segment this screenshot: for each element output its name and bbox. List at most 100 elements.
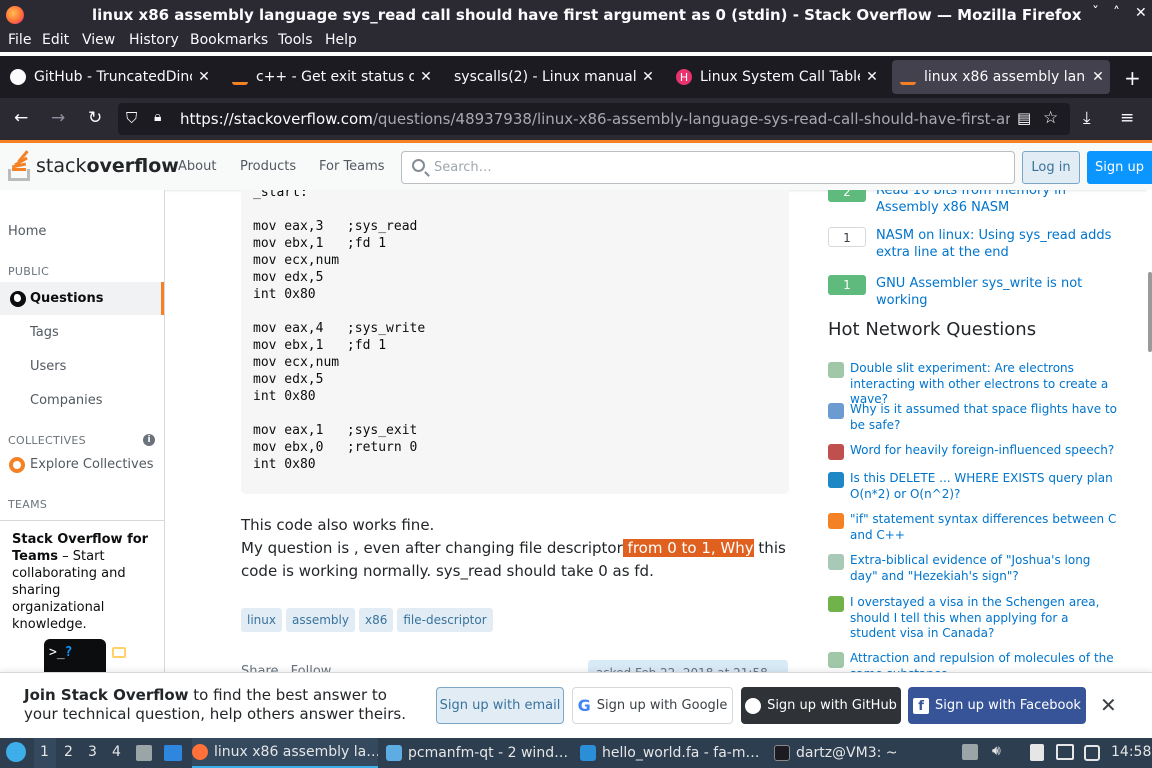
hot-question-item[interactable]: "if" statement syntax differences betwee… (828, 512, 1118, 543)
tag-linux[interactable]: linux (241, 608, 282, 632)
tray-icon[interactable] (1084, 745, 1100, 761)
network-icon[interactable] (1056, 744, 1074, 760)
signup-email-button[interactable]: Sign up with email (436, 687, 564, 724)
hot-question-item[interactable]: Double slit experiment: Are electrons in… (828, 361, 1118, 408)
info-icon[interactable]: i (143, 434, 155, 446)
menu-file[interactable]: File (8, 32, 31, 48)
sidebar-item-questions[interactable]: Questions (30, 291, 103, 306)
follow-link[interactable]: Follow (291, 664, 332, 672)
menu-view[interactable]: View (82, 32, 115, 48)
clipboard-icon[interactable] (1030, 744, 1044, 761)
hot-question-item[interactable]: Is this DELETE ... WHERE EXISTS query pl… (828, 471, 1118, 502)
terminal-icon (774, 745, 790, 761)
lock-icon[interactable]: 🔒︎ (154, 109, 161, 125)
close-window-button[interactable]: ✕ (1135, 5, 1147, 21)
sidebar-item-tags[interactable]: Tags (30, 325, 59, 340)
workspace-1[interactable]: 1 (40, 744, 49, 760)
hot-question-link[interactable]: I overstayed a visa in the Schengen area… (850, 595, 1118, 642)
answer-count-badge: 1 (828, 227, 866, 247)
menu-tools[interactable]: Tools (278, 32, 313, 48)
shield-icon[interactable]: ⛉ (126, 109, 137, 127)
workspace-4[interactable]: 4 (112, 744, 121, 760)
site-logo[interactable]: stackoverflow (8, 150, 179, 181)
hot-question-link[interactable]: Word for heavily foreign-influenced spee… (850, 443, 1118, 460)
volume-icon[interactable]: 🔊︎ (992, 743, 1001, 759)
hot-question-item[interactable]: Extra-biblical evidence of "Joshua's lon… (828, 553, 1118, 584)
signup-button[interactable]: Sign up (1087, 151, 1152, 184)
sidebar-item-home[interactable]: Home (8, 224, 46, 239)
tab-close-icon[interactable]: ✕ (864, 69, 880, 85)
hot-question-item[interactable]: Word for heavily foreign-influenced spee… (828, 443, 1118, 460)
bookmark-star-icon[interactable]: ☆ (1043, 108, 1058, 128)
url-text[interactable]: https://stackoverflow.com/questions/4893… (180, 110, 1010, 128)
menu-history[interactable]: History (129, 32, 179, 48)
tag-x86[interactable]: x86 (358, 608, 394, 632)
related-question-link[interactable]: Read 16 bits from memory in Assembly x86… (876, 190, 1131, 216)
page-scrollbar[interactable] (1147, 190, 1152, 672)
file-manager-icon[interactable] (136, 745, 152, 761)
hot-question-link[interactable]: "if" statement syntax differences betwee… (850, 512, 1118, 543)
hot-question-item[interactable]: I overstayed a visa in the Schengen area… (828, 595, 1118, 642)
related-question[interactable]: 2 Read 16 bits from memory in Assembly x… (828, 190, 1131, 216)
reload-icon[interactable]: ↻ (88, 108, 102, 128)
signup-google-button[interactable]: G Sign up with Google (572, 687, 733, 724)
related-question-link[interactable]: GNU Assembler sys_write is not working (876, 275, 1131, 309)
tab-close-icon[interactable]: ✕ (196, 69, 212, 85)
menu-help[interactable]: Help (325, 32, 357, 48)
tab-github[interactable]: GitHub - TruncatedDinos ✕ (2, 60, 216, 94)
hot-question-item[interactable]: Attraction and repulsion of molecules of… (828, 651, 1118, 672)
tab-close-icon[interactable]: ✕ (640, 69, 656, 85)
tab-close-icon[interactable]: ✕ (418, 69, 434, 85)
tab-cpp-exit-status[interactable]: c++ - Get exit status of a ✕ (224, 60, 438, 94)
sidebar-item-users[interactable]: Users (30, 359, 66, 374)
sidebar-item-explore-collectives[interactable]: Explore Collectives (30, 457, 154, 472)
reader-view-icon[interactable]: ▤ (1017, 109, 1031, 127)
hot-question-link[interactable]: Why is it assumed that space flights hav… (850, 402, 1118, 433)
tag-file-descriptor[interactable]: file-descriptor (397, 608, 493, 632)
hot-question-link[interactable]: Is this DELETE ... WHERE EXISTS query pl… (850, 471, 1118, 502)
close-banner-icon[interactable]: ✕ (1100, 693, 1117, 717)
new-tab-button[interactable]: + (1124, 66, 1141, 90)
task-vscode[interactable]: hello_world.fa - fa-m… (580, 738, 766, 768)
nav-products[interactable]: Products (240, 159, 296, 174)
signup-github-button[interactable]: Sign up with GitHub (741, 687, 901, 724)
tab-syscalls[interactable]: syscalls(2) - Linux manual p ✕ (446, 60, 660, 94)
downloads-icon[interactable]: ⤓ (1083, 108, 1091, 128)
tab-label: c++ - Get exit status of a (256, 69, 414, 85)
related-question[interactable]: 1 GNU Assembler sys_write is not working (828, 275, 1131, 309)
show-desktop-icon[interactable] (164, 745, 182, 761)
sidebar-item-companies[interactable]: Companies (30, 393, 103, 408)
nav-for-teams[interactable]: For Teams (319, 159, 385, 174)
hot-question-link[interactable]: Double slit experiment: Are electrons in… (850, 361, 1118, 408)
search-input[interactable]: Search… (401, 151, 1015, 184)
signup-facebook-button[interactable]: f Sign up with Facebook (908, 687, 1086, 724)
maximize-button[interactable]: ˄ (1113, 5, 1120, 21)
related-question[interactable]: 1 NASM on linux: Using sys_read adds ext… (828, 227, 1131, 261)
app-menu-icon[interactable]: ≡ (1120, 108, 1134, 128)
start-menu-icon[interactable] (6, 742, 26, 762)
related-question-link[interactable]: NASM on linux: Using sys_read adds extra… (876, 227, 1131, 261)
workspace-2[interactable]: 2 (64, 744, 73, 760)
login-button[interactable]: Log in (1022, 151, 1080, 184)
nav-about[interactable]: About (178, 159, 216, 174)
hot-question-link[interactable]: Extra-biblical evidence of "Joshua's lon… (850, 553, 1118, 584)
workspace-3[interactable]: 3 (88, 744, 97, 760)
back-icon[interactable]: ← (14, 108, 28, 128)
tab-current[interactable]: linux x86 assembly langu ✕ (892, 60, 1110, 94)
minimize-button[interactable]: ˇ (1092, 5, 1099, 21)
task-firefox[interactable]: linux x86 assembly la… (192, 738, 378, 768)
menu-edit[interactable]: Edit (42, 32, 69, 48)
tab-close-icon[interactable]: ✕ (1090, 69, 1106, 85)
url-bar[interactable]: ⛉ 🔒︎ https://stackoverflow.com/questions… (118, 103, 1070, 135)
menu-bookmarks[interactable]: Bookmarks (190, 32, 268, 48)
hot-question-link[interactable]: Attraction and repulsion of molecules of… (850, 651, 1118, 672)
tag-assembly[interactable]: assembly (285, 608, 355, 632)
tab-syscall-table[interactable]: H Linux System Call Table f ✕ (668, 60, 884, 94)
forward-icon[interactable]: → (51, 108, 65, 128)
task-pcmanfm[interactable]: pcmanfm-qt - 2 wind… (386, 738, 572, 768)
task-terminal[interactable]: dartz@VM3: ~ (774, 738, 924, 768)
scrollbar-thumb[interactable] (1148, 272, 1152, 352)
share-link[interactable]: Share (241, 664, 279, 672)
hot-question-item[interactable]: Why is it assumed that space flights hav… (828, 402, 1118, 433)
tray-app-icon[interactable] (962, 744, 978, 760)
